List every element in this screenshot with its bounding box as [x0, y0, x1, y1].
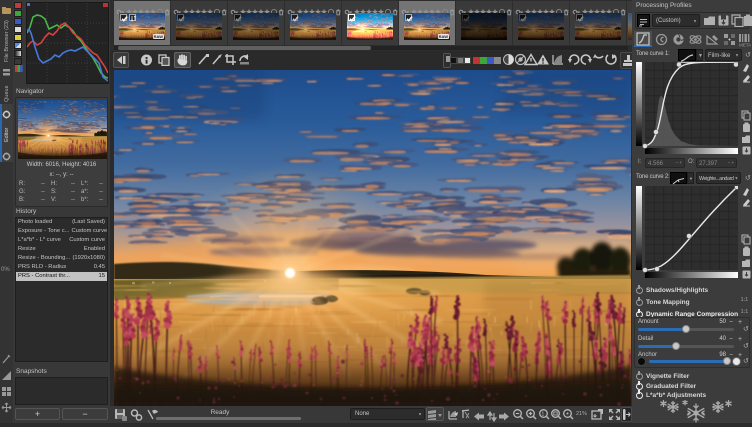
svg-text:1: 1	[542, 412, 545, 418]
svg-text:META: META	[739, 43, 751, 48]
